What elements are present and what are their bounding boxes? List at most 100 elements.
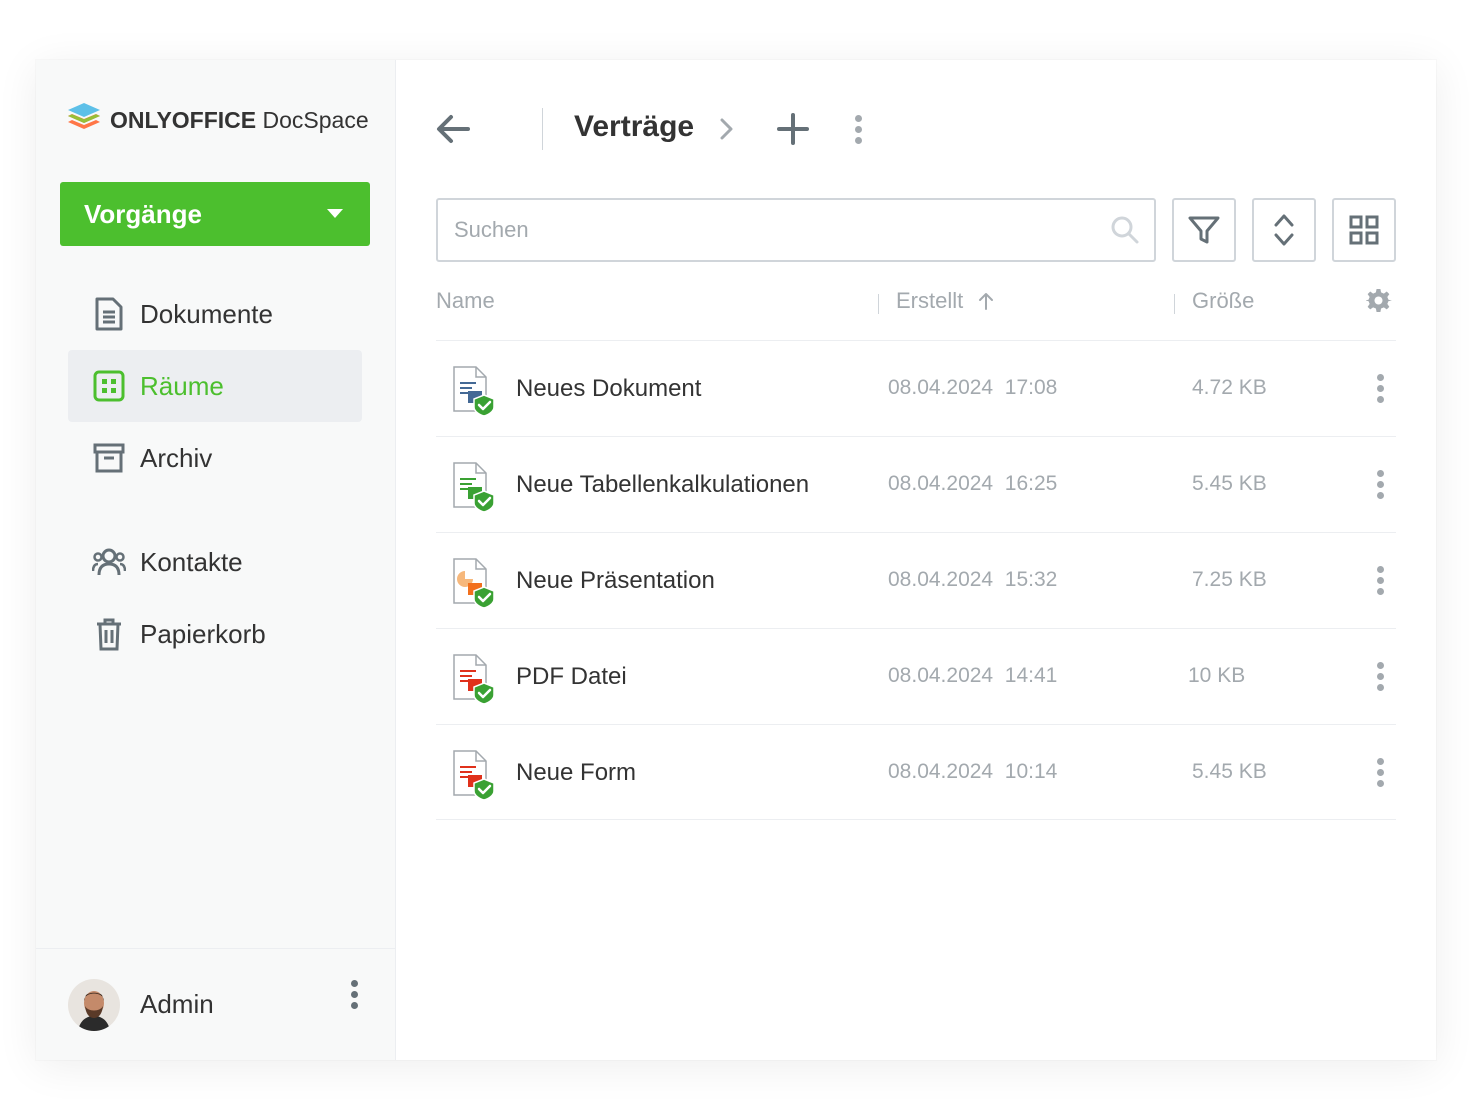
sort-button[interactable]: [1252, 198, 1316, 262]
row-menu-button[interactable]: [1370, 563, 1390, 597]
form-file-icon: [453, 750, 495, 801]
dot-icon: [1376, 395, 1384, 403]
file-created: 08.04.2024 15:32: [888, 568, 1058, 591]
contacts-icon: [92, 545, 126, 579]
file-size: 10 KB: [1188, 664, 1246, 687]
file-size: 4.72 KB: [1192, 376, 1267, 399]
table-header: Name Erstellt Größe: [436, 280, 1396, 340]
document-icon: [92, 297, 126, 331]
dot-icon: [854, 136, 862, 144]
divider: [542, 108, 543, 150]
file-size: 7.25 KB: [1192, 568, 1267, 591]
row-menu-button[interactable]: [1370, 755, 1390, 789]
trash-icon: [92, 617, 126, 651]
file-list: Neues Dokument 08.04.2024 17:08 4.72 KB …: [436, 340, 1396, 820]
file-name[interactable]: Neue Form: [516, 759, 636, 787]
pdf-file-icon: [453, 654, 495, 705]
file-name[interactable]: Neue Tabellenkalkulationen: [516, 471, 809, 499]
dot-icon: [1376, 491, 1384, 499]
dot-icon: [1376, 768, 1384, 776]
file-name[interactable]: Neue Präsentation: [516, 567, 715, 595]
table-row[interactable]: Neue Form 08.04.2024 10:14 5.45 KB: [436, 724, 1396, 820]
folder-menu-button[interactable]: [848, 112, 868, 146]
dot-icon: [1376, 480, 1384, 488]
search-input[interactable]: [452, 216, 1096, 244]
dot-icon: [854, 114, 862, 122]
dot-icon: [854, 125, 862, 133]
column-size[interactable]: Größe: [1192, 288, 1254, 314]
dot-icon: [1376, 373, 1384, 381]
chevron-right-icon[interactable]: [716, 116, 738, 142]
sidebar-item-label: Kontakte: [140, 546, 243, 577]
row-menu-button[interactable]: [1370, 467, 1390, 501]
table-row[interactable]: Neue Tabellenkalkulationen 08.04.2024 16…: [436, 436, 1396, 532]
arrow-up-icon: [979, 293, 994, 310]
dot-icon: [1376, 469, 1384, 477]
dot-icon: [1376, 587, 1384, 595]
search-icon[interactable]: [1110, 215, 1140, 245]
table-row[interactable]: PDF Datei 08.04.2024 14:41 10 KB: [436, 628, 1396, 724]
dot-icon: [1376, 683, 1384, 691]
main-content: Verträge Suchen Name Erstellt Größe Neue…: [396, 60, 1436, 1060]
profile-bar: Admin: [36, 948, 395, 1060]
dot-icon: [350, 979, 358, 987]
dot-icon: [1376, 661, 1384, 669]
actions-button[interactable]: Vorgänge: [60, 182, 370, 246]
document-file-icon: [453, 366, 495, 417]
logo[interactable]: ONLYOFFICE DocSpace: [66, 103, 369, 137]
dot-icon: [1376, 565, 1384, 573]
sidebar-item-label: Papierkorb: [140, 618, 266, 649]
sidebar-item-rooms[interactable]: Räume: [68, 350, 362, 422]
sidebar-item-trash[interactable]: Papierkorb: [68, 598, 362, 670]
gear-icon[interactable]: [1366, 288, 1392, 314]
page-title: Verträge: [574, 110, 695, 143]
file-size: 5.45 KB: [1192, 472, 1267, 495]
logo-product: DocSpace: [262, 106, 369, 133]
column-resizer[interactable]: [878, 294, 879, 314]
spreadsheet-file-icon: [453, 462, 495, 513]
sidebar-item-archive[interactable]: Archiv: [68, 422, 362, 494]
sidebar-item-label: Archiv: [140, 442, 213, 473]
table-row[interactable]: Neues Dokument 08.04.2024 17:08 4.72 KB: [436, 340, 1396, 436]
dot-icon: [1376, 576, 1384, 584]
back-arrow-icon[interactable]: [436, 112, 470, 146]
column-name[interactable]: Name: [436, 288, 495, 314]
search-field: [436, 198, 1156, 262]
dot-icon: [350, 1001, 358, 1009]
table-row[interactable]: Neue Präsentation 08.04.2024 15:32 7.25 …: [436, 532, 1396, 628]
profile-name: Admin: [140, 989, 214, 1019]
profile-menu-button[interactable]: [344, 977, 364, 1011]
column-created[interactable]: Erstellt: [896, 288, 995, 314]
file-name[interactable]: Neues Dokument: [516, 375, 701, 403]
sort-icon: [1274, 214, 1294, 246]
presentation-file-icon: [453, 558, 495, 609]
rooms-icon: [92, 369, 126, 403]
row-menu-button[interactable]: [1370, 659, 1390, 693]
sidebar: ONLYOFFICE DocSpace Vorgänge Dokumente R…: [36, 60, 396, 1060]
archive-icon: [92, 441, 126, 475]
dot-icon: [350, 990, 358, 998]
avatar[interactable]: [68, 979, 120, 1031]
filter-button[interactable]: [1172, 198, 1236, 262]
row-menu-button[interactable]: [1370, 371, 1390, 405]
view-toggle-button[interactable]: [1332, 198, 1396, 262]
app-window: ONLYOFFICE DocSpace Vorgänge Dokumente R…: [36, 60, 1436, 1060]
caret-down-icon: [327, 209, 343, 218]
sidebar-item-label: Dokumente: [140, 298, 273, 329]
dot-icon: [1376, 384, 1384, 392]
logo-icon: [68, 103, 100, 129]
file-created: 08.04.2024 10:14: [888, 760, 1058, 783]
file-name[interactable]: PDF Datei: [516, 663, 627, 691]
grid-view-icon: [1349, 215, 1379, 245]
actions-button-label: Vorgänge: [84, 198, 202, 229]
sidebar-item-contacts[interactable]: Kontakte: [68, 526, 362, 598]
dot-icon: [1376, 757, 1384, 765]
plus-icon[interactable]: [776, 112, 810, 146]
sidebar-item-documents[interactable]: Dokumente: [68, 278, 362, 350]
logo-brand: ONLYOFFICE: [110, 106, 257, 133]
sidebar-item-label: Räume: [140, 370, 224, 401]
dot-icon: [1376, 779, 1384, 787]
file-created: 08.04.2024 17:08: [888, 376, 1058, 399]
column-resizer[interactable]: [1174, 294, 1175, 314]
navigation-bar: Verträge: [436, 104, 1136, 154]
